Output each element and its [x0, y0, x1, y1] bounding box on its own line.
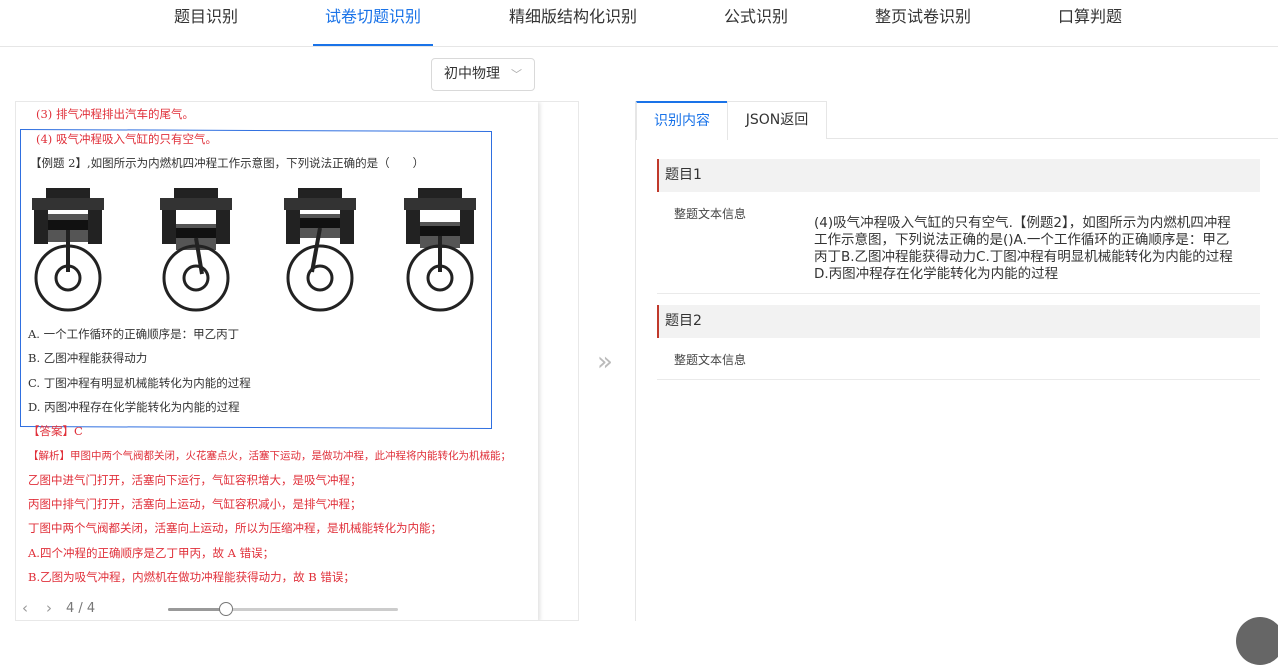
tab-json-response[interactable]: JSON返回 — [727, 101, 827, 139]
top-tab-bar: 题目识别 试卷切题识别 精细版结构化识别 公式识别 整页试卷识别 口算判题 — [0, 0, 1278, 47]
question-field-label: 整题文本信息 — [674, 353, 747, 367]
subject-select[interactable]: 初中物理 ﹀ — [431, 58, 535, 91]
viewer-toolbar: ‹ › 4 / 4 — [16, 598, 538, 620]
document-page-image: (3) 排气冲程排出汽车的尾气。 (4) 吸气冲程吸入气缸的只有空气。 【例题 … — [16, 102, 538, 620]
doc-line: A.四个冲程的正确顺序是乙丁甲丙，故 A 错误； — [28, 546, 275, 560]
doc-line: 【解析】甲图中两个气阀都关闭，火花塞点火，活塞下运动，是做功冲程，此冲程将内能转… — [28, 450, 511, 462]
tab-question-recognition[interactable]: 题目识别 — [160, 0, 252, 46]
floating-action-button[interactable] — [1236, 617, 1278, 665]
tab-full-page-recognition[interactable]: 整页试卷识别 — [866, 0, 980, 46]
tab-recognition-content[interactable]: 识别内容 — [636, 101, 728, 140]
question-header: 题目2 — [657, 305, 1260, 338]
tab-oral-arithmetic-grading[interactable]: 口算判题 — [1050, 0, 1130, 46]
doc-line: 丁图中两个气阀都关闭，活塞向上运动，所以为压缩冲程，是机械能转化为内能； — [28, 521, 442, 535]
zoom-slider[interactable] — [168, 602, 398, 616]
divider — [657, 293, 1260, 294]
divider — [657, 379, 1260, 380]
doc-line: B.乙图为吸气冲程，内燃机在做功冲程能获得动力，故 B 错误； — [28, 570, 355, 584]
zoom-slider-fill — [168, 608, 226, 611]
question-header: 题目1 — [657, 159, 1260, 192]
doc-line: 【答案】C — [28, 424, 83, 438]
doc-line: 丙图中排气门打开，活塞向上运动，气缸容积减小，是排气冲程； — [28, 497, 362, 511]
subject-select-value: 初中物理 — [444, 66, 500, 82]
doc-line: 乙图中进气门打开，活塞向下运行，气缸容积增大，是吸气冲程； — [28, 473, 362, 487]
page-indicator: 4 / 4 — [66, 601, 96, 616]
tab-formula-recognition[interactable]: 公式识别 — [716, 0, 796, 46]
double-chevron-right-icon[interactable]: » — [597, 347, 613, 377]
question-field-label: 整题文本信息 — [674, 207, 747, 221]
chevron-left-icon[interactable]: ‹ — [22, 599, 28, 617]
tab-paper-split-recognition[interactable]: 试卷切题识别 — [313, 0, 433, 46]
zoom-slider-thumb[interactable] — [218, 602, 233, 616]
result-panel: 题目1 整题文本信息 (4)吸气冲程吸入气缸的只有空气.【例题2】，如图所示为内… — [635, 139, 1278, 621]
chevron-right-icon[interactable]: › — [46, 599, 52, 617]
doc-line: (3) 排气冲程排出汽车的尾气。 — [36, 107, 194, 121]
document-viewer[interactable]: (3) 排气冲程排出汽车的尾气。 (4) 吸气冲程吸入气缸的只有空气。 【例题 … — [15, 101, 579, 621]
question-text: (4)吸气冲程吸入气缸的只有空气.【例题2】，如图所示为内燃机四冲程工作示意图，… — [814, 215, 1233, 282]
tab-structured-recognition[interactable]: 精细版结构化识别 — [500, 0, 646, 46]
result-tab-bar: 识别内容 JSON返回 — [635, 101, 1278, 140]
question-selection-box[interactable] — [20, 128, 492, 430]
chevron-down-icon: ﹀ — [511, 68, 522, 81]
